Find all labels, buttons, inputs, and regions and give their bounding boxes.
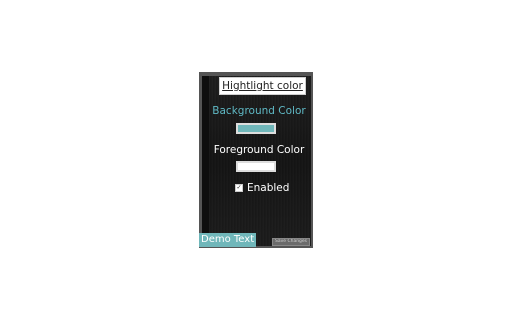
title-box: Hightlight color bbox=[219, 77, 306, 95]
demo-text-preview: Demo Text bbox=[199, 233, 257, 247]
foreground-color-swatch[interactable] bbox=[236, 161, 276, 172]
foreground-color-label: Foreground Color bbox=[213, 144, 305, 156]
stage: Hightlight color Background Color Foregr… bbox=[0, 0, 512, 320]
popup-panel bbox=[199, 72, 313, 248]
enabled-label: Enabled bbox=[247, 182, 290, 194]
save-changes-button[interactable]: Save Changes bbox=[272, 238, 310, 246]
background-color-label: Background Color bbox=[212, 105, 306, 117]
panel-left-strip bbox=[202, 76, 209, 246]
background-color-swatch[interactable] bbox=[236, 123, 276, 134]
enabled-checkbox[interactable]: ✓ bbox=[235, 184, 243, 192]
popup-title: Hightlight color bbox=[222, 80, 303, 92]
enabled-row[interactable]: ✓ Enabled bbox=[235, 182, 289, 194]
